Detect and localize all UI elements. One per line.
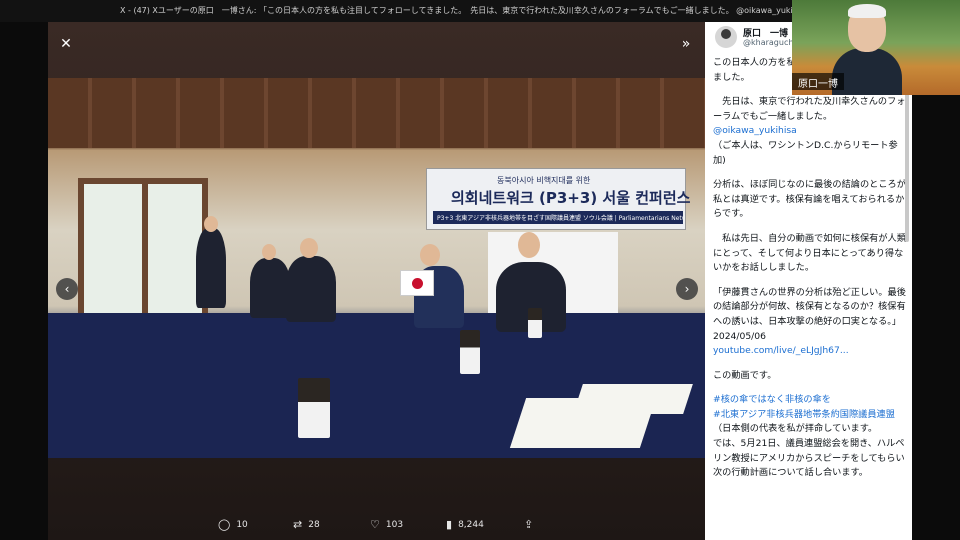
repost-button[interactable]: ⇄ 28 xyxy=(293,518,320,531)
person-head xyxy=(262,244,276,260)
close-icon[interactable]: ✕ xyxy=(54,32,78,56)
like-count: 103 xyxy=(385,519,404,530)
post-panel: 原口 一博 @kharaguchi この日本人の方を私も注目してフォローしてきま… xyxy=(705,22,912,540)
banner-title: 의회네트워크 (P3+3) 서울 컨퍼런스 xyxy=(451,189,691,207)
reply-count: 10 xyxy=(236,519,248,530)
window xyxy=(78,178,208,328)
person-head xyxy=(300,238,318,258)
author-handle[interactable]: @kharaguchi xyxy=(743,38,796,47)
like-button[interactable]: ♡ 103 xyxy=(370,518,403,531)
cup xyxy=(528,308,542,338)
share-icon: ⇪ xyxy=(524,518,534,531)
person xyxy=(286,256,336,322)
person xyxy=(250,258,290,318)
previous-image-icon[interactable]: ‹ xyxy=(56,278,78,300)
person-head xyxy=(420,244,440,266)
hashtag-link[interactable]: #北東アジア非核兵器地帯条約国際議員連盟 xyxy=(713,408,908,423)
reply-button[interactable]: ◯ 10 xyxy=(218,518,248,531)
person xyxy=(196,228,226,308)
conference-photo: 동북아시아 비핵지대를 위한 의회네트워크 (P3+3) 서울 컨퍼런스 P3+… xyxy=(48,78,705,458)
post-paragraph: 私は先日、自分の動画で如何に核保有が人類にとって、そして何より日本にとってあり得… xyxy=(713,232,906,274)
next-image-icon[interactable]: › xyxy=(676,278,698,300)
participant-name-label: 原口一博 xyxy=(792,73,844,90)
photo-viewer: ✕ » 동북아시아 비핵지대를 위한 의회네트워크 (P3+3) 서울 컨퍼런스… xyxy=(48,22,705,540)
wooden-ceiling xyxy=(48,78,705,148)
person-head xyxy=(518,232,540,258)
post-paragraph: 「伊藤貫さんの世界の分析は殆ど正しい。最後の結論部分が何故、核保有となるのか？核… xyxy=(713,286,906,342)
hashtag-link[interactable]: #核の傘ではなく非核の傘を xyxy=(713,393,908,408)
reply-icon: ◯ xyxy=(218,518,231,531)
conference-banner: 동북아시아 비핵지대를 위한 의회네트워크 (P3+3) 서울 컨퍼런스 P3+… xyxy=(426,168,690,230)
views-button[interactable]: ▮ 8,244 xyxy=(446,518,484,531)
share-button[interactable]: ⇪ xyxy=(524,518,533,531)
analytics-icon: ▮ xyxy=(446,518,453,531)
person-head xyxy=(204,216,218,232)
scrollbar[interactable] xyxy=(905,82,909,242)
post-text: この日本人の方を私も注目してフォローしてきました。 先日は、東京で行われた及川幸… xyxy=(713,56,908,481)
repost-count: 28 xyxy=(308,519,320,530)
view-count: 8,244 xyxy=(458,519,484,530)
post-paragraph: 分析は、ほぼ同じなのに最後の結論のところが私とは真逆です。核保有論を唱えておられ… xyxy=(713,179,906,220)
banner-caption: P3+3 北東アジア非核兵器地帯を目ざす国際議員連盟 ソウル会議 | Parli… xyxy=(433,211,683,224)
post-paragraph: この動画です。 xyxy=(713,369,777,381)
cup xyxy=(298,378,330,438)
repost-icon: ⇄ xyxy=(293,518,303,531)
japan-flag xyxy=(400,270,434,296)
mention-link[interactable]: @oikawa_yukihisa xyxy=(713,124,908,139)
cup xyxy=(460,330,480,374)
post-paragraph: （ご本人は、ワシントンD.C.からリモート参加) xyxy=(713,139,898,166)
avatar[interactable] xyxy=(715,26,737,48)
post-paragraph: （日本側の代表を私が拝命しています。 xyxy=(713,423,878,435)
video-link[interactable]: youtube.com/live/_eLJgJh67... xyxy=(713,344,908,359)
document-papers xyxy=(573,384,693,414)
speaker-hair xyxy=(848,4,886,18)
expand-panel-icon[interactable]: » xyxy=(674,32,698,56)
post-paragraph: 先日は、東京で行われた及川幸久さんのフォーラムでもご一緒しました。 xyxy=(713,96,906,122)
zoom-video-thumbnail[interactable]: 原口一博 xyxy=(792,0,960,95)
side-margin xyxy=(912,95,960,540)
heart-icon: ♡ xyxy=(370,518,380,531)
banner-subtitle: 동북아시아 비핵지대를 위한 xyxy=(497,176,591,185)
zoom-watermark: zoom xyxy=(770,468,894,514)
